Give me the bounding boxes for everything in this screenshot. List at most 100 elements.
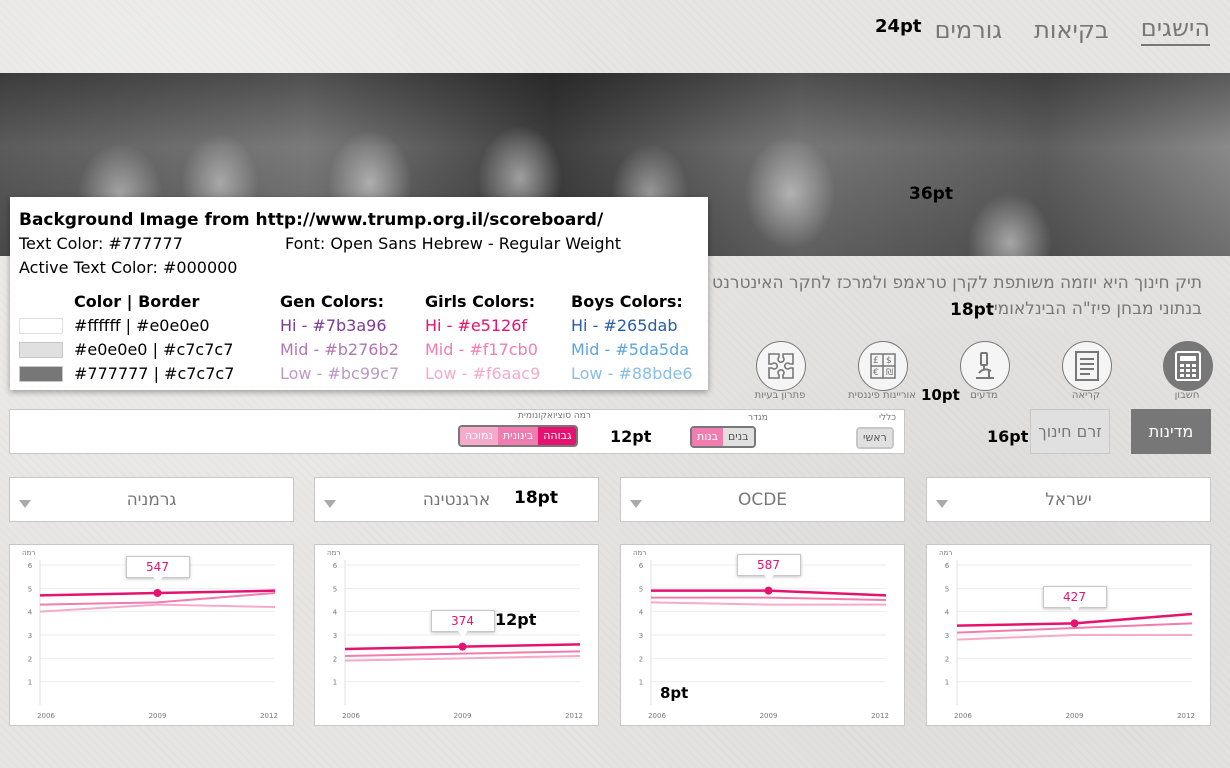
document-icon [1075, 351, 1099, 381]
swatch-label-white: #ffffff | #e0e0e0 [74, 316, 210, 335]
x-tick-label: 2009 [454, 712, 472, 720]
country-dropdown-2[interactable]: OCDE [620, 477, 905, 522]
girls-low: Low - #f6aac9 [425, 364, 541, 383]
y-tick-label: 5 [28, 585, 32, 593]
subject-reading-button[interactable] [1062, 341, 1112, 391]
gender-girls-option[interactable]: בנות [692, 428, 723, 446]
highlight-point[interactable] [153, 589, 162, 597]
nav-proficiency[interactable]: בקיאות [1034, 16, 1109, 44]
y-tick-label: 6 [639, 562, 644, 570]
x-tick-label: 2009 [149, 712, 167, 720]
y-tick-label: 2 [639, 655, 643, 663]
x-tick-label: 2012 [871, 712, 889, 720]
ses-segment: נמוכה בינונית גבוהה [458, 425, 579, 447]
highlight-point[interactable] [1070, 619, 1079, 628]
spec-header-gen: Gen Colors: [280, 292, 384, 311]
spec-text-color: Text Color: #777777 [19, 234, 183, 253]
education-stream-button[interactable]: זרם חינוך [1030, 409, 1110, 454]
microscope-icon [976, 352, 994, 379]
y-tick-label: 6 [28, 562, 33, 570]
chart-1: רמה 1 2 3 4 5 6 2006 2009 2012 427 [926, 544, 1211, 726]
series-line [39, 603, 276, 613]
series-line [344, 650, 581, 657]
nav-achievements[interactable]: הישגים [1140, 14, 1210, 46]
y-axis-label: רמה [22, 549, 35, 557]
spec-note-icons: 10pt [921, 386, 960, 404]
subject-problem-solving-label: פתרון בעיות [754, 390, 806, 401]
nav-factors[interactable]: גורמים [935, 16, 1003, 44]
country-dropdown-4-value: גרמניה [126, 490, 177, 510]
svg-text:₪: ₪ [886, 368, 893, 378]
boys-hi: Hi - #265dab [571, 316, 678, 335]
gender-filter-label: מגדר [748, 413, 768, 423]
spec-bg-source: Background Image from http://www.trump.o… [19, 210, 604, 230]
x-tick-label: 2006 [954, 712, 972, 720]
ses-high-option[interactable]: גבוהה [538, 427, 577, 445]
swatch-lightgray [19, 342, 63, 358]
highlight-point[interactable] [458, 642, 467, 651]
subject-problem-solving-button[interactable] [756, 341, 806, 391]
filter-bar: כללי ראשי מגדר בנות בנים רמה סוציואקונומ… [9, 409, 905, 454]
y-tick-label: 3 [28, 632, 32, 640]
chart-svg: רמה 1 2 3 4 5 6 2006 2009 2012 [327, 549, 583, 720]
x-tick-label: 2012 [1177, 712, 1195, 720]
calculator-icon [1175, 351, 1201, 381]
spec-note-nav: 24pt [875, 16, 922, 37]
svg-text:€: € [873, 368, 879, 378]
subject-science-button[interactable] [960, 341, 1010, 391]
chart-4: רמה 1 2 3 4 5 6 2006 2009 2012 547 [9, 544, 294, 726]
spec-note-segments: 12pt [610, 427, 652, 446]
spec-note-dropdown: 18pt [514, 488, 558, 508]
chevron-down-icon [936, 500, 948, 508]
spec-font: Font: Open Sans Hebrew - Regular Weight [285, 234, 621, 253]
ses-mid-option[interactable]: בינונית [497, 427, 539, 445]
intro-line-1: תיק חינוך היא יוזמה משותפת לקרן טראמפ ול… [712, 273, 1202, 293]
y-tick-label: 2 [945, 655, 949, 663]
y-tick-label: 4 [945, 609, 950, 617]
y-axis-label: רמה [327, 549, 340, 557]
boys-mid: Mid - #5da5da [571, 340, 690, 359]
y-tick-label: 4 [28, 609, 33, 617]
general-main-option[interactable]: ראשי [858, 429, 892, 447]
chevron-down-icon [19, 500, 31, 508]
currency-icon: £ $ € ₪ [870, 353, 896, 379]
country-dropdown-4[interactable]: גרמניה [9, 477, 294, 522]
y-tick-label: 3 [945, 632, 949, 640]
gender-boys-option[interactable]: בנים [723, 428, 754, 446]
country-dropdown-1-value: ישראל [1045, 490, 1092, 510]
top-nav: הישגים בקיאות גורמים [935, 10, 1210, 50]
ses-filter-label: רמה סוציואקונומית [518, 411, 591, 421]
x-tick-label: 2012 [260, 712, 278, 720]
countries-button[interactable]: מדינות [1131, 409, 1211, 454]
country-dropdown-1[interactable]: ישראל [926, 477, 1211, 522]
y-tick-label: 5 [945, 585, 949, 593]
girls-hi: Hi - #e5126f [425, 316, 528, 335]
swatch-white [19, 318, 63, 334]
value-tooltip: 587 [736, 553, 801, 581]
spec-note-axis: 8pt [660, 684, 689, 702]
subject-math-button[interactable] [1163, 341, 1213, 391]
y-tick-label: 3 [639, 632, 643, 640]
y-tick-label: 2 [333, 655, 337, 663]
x-tick-label: 2006 [342, 712, 360, 720]
ses-low-option[interactable]: נמוכה [460, 427, 498, 445]
subject-financial-label: אוריינות פיננסית [848, 390, 916, 401]
subject-financial-button[interactable]: £ $ € ₪ [858, 341, 908, 391]
highlight-point[interactable] [764, 586, 773, 595]
svg-text:£: £ [873, 356, 879, 366]
y-tick-label: 6 [945, 562, 950, 570]
series-line [651, 596, 887, 601]
x-tick-label: 2012 [565, 712, 583, 720]
svg-text:$: $ [886, 356, 892, 366]
x-tick-label: 2006 [37, 712, 55, 720]
series-line [650, 601, 886, 606]
x-tick-label: 2009 [760, 712, 778, 720]
boys-low: Low - #88bde6 [571, 364, 693, 383]
y-tick-label: 4 [639, 609, 644, 617]
swatch-gray [19, 366, 63, 382]
spec-note-hero: 36pt [909, 184, 953, 204]
chart-3: רמה 1 2 3 4 5 6 2006 2009 2012 374 [314, 544, 599, 726]
spec-active-color: Active Text Color: #000000 [19, 258, 238, 277]
y-tick-label: 4 [333, 609, 338, 617]
y-tick-label: 1 [639, 679, 643, 687]
